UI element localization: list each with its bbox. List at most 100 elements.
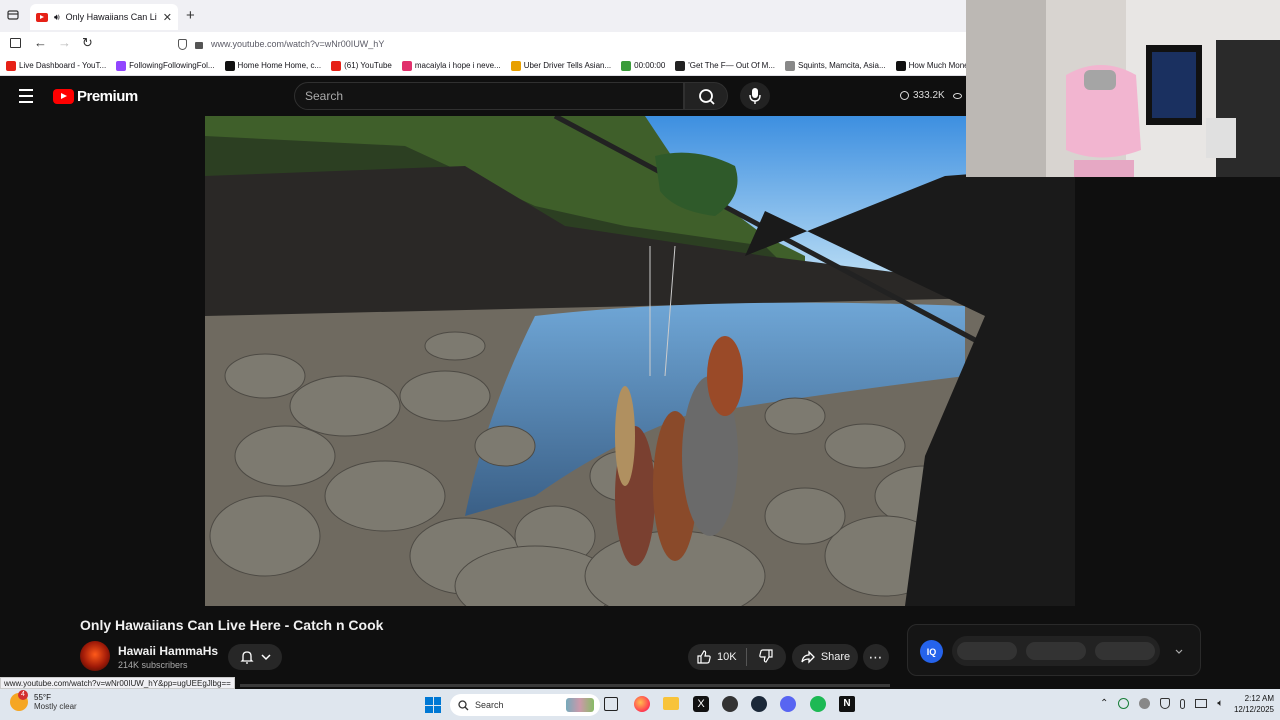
- forward-button[interactable]: →: [58, 35, 71, 50]
- channel-avatar[interactable]: [80, 641, 110, 671]
- bookmark-favicon-icon: [785, 60, 796, 71]
- hamburger-menu-icon[interactable]: [19, 89, 33, 103]
- bookmark-favicon-icon: [621, 60, 632, 71]
- back-button[interactable]: ←: [34, 35, 47, 50]
- notion-icon[interactable]: N: [839, 696, 855, 712]
- url-text: www.youtube.com/watch?v=wNr00IUW_hY: [211, 39, 385, 49]
- taskbar: 4 55°F Mostly clear Search X N ⌃ 🔈︎ 2:12…: [0, 689, 1280, 720]
- network-app-icon[interactable]: [1139, 698, 1151, 709]
- file-explorer-icon[interactable]: [663, 697, 679, 710]
- bookmark-label: 'Get The F— Out Of M...: [688, 61, 776, 70]
- bookmark-item[interactable]: Home Home Home, c...: [224, 60, 321, 71]
- search-icon: [699, 89, 715, 105]
- subscribe-notification-button[interactable]: [228, 644, 282, 670]
- youtube-logo[interactable]: Premium: [53, 88, 138, 105]
- bookmark-label: 00:00:00: [634, 61, 666, 70]
- bookmark-favicon-icon: [6, 60, 16, 71]
- search-input[interactable]: Search: [294, 82, 684, 110]
- sidebar-toggle-icon[interactable]: [10, 38, 21, 48]
- thumbs-up-icon: [697, 650, 711, 664]
- microphone-tray-icon[interactable]: [1180, 698, 1186, 709]
- extension-option-3[interactable]: [1095, 642, 1156, 660]
- clock-date: 12/12/2025: [1233, 705, 1274, 714]
- share-label: Share: [820, 651, 851, 663]
- steam-icon[interactable]: [751, 696, 767, 712]
- show-hidden-icons-icon[interactable]: ⌃: [1100, 698, 1108, 709]
- view-stat: 333.2K 1: [900, 90, 971, 101]
- search-highlight-icon: [566, 698, 594, 712]
- firefox-icon[interactable]: [634, 696, 650, 712]
- tab-list-icon[interactable]: [6, 8, 20, 22]
- premium-label: Premium: [77, 88, 138, 105]
- bookmark-label: Squints, Mamcita, Asia...: [798, 61, 886, 70]
- speaker-icon[interactable]: 🔊︎: [54, 12, 60, 23]
- shield-tray-icon[interactable]: [1160, 698, 1171, 709]
- bookmark-favicon-icon: [401, 60, 412, 71]
- bookmark-item[interactable]: 'Get The F— Out Of M...: [675, 60, 776, 71]
- bookmark-item[interactable]: macaiyla i hope i neve...: [401, 60, 501, 71]
- reload-button[interactable]: ↻: [82, 35, 93, 51]
- share-button[interactable]: Share: [792, 644, 858, 670]
- weather-temp: 55°F: [34, 693, 51, 702]
- bookmark-favicon-icon: [224, 60, 235, 71]
- bookmark-label: How Much Mone: [908, 61, 969, 70]
- bookmark-item[interactable]: 00:00:00: [621, 60, 666, 71]
- youtube-play-icon: [53, 89, 74, 104]
- more-actions-button[interactable]: ⋯: [863, 644, 889, 670]
- task-view-icon[interactable]: [604, 697, 618, 711]
- tab-title: Only Hawaiians Can Live H: [65, 12, 157, 22]
- system-tray: ⌃ 🔈︎: [1100, 698, 1223, 709]
- microphone-icon: [749, 88, 761, 104]
- share-icon: [801, 650, 815, 664]
- bookmark-item[interactable]: Live Dashboard - YouT...: [6, 60, 106, 71]
- channel-name[interactable]: Hawaii HammaHs: [118, 644, 218, 658]
- close-tab-icon[interactable]: ✕: [163, 11, 172, 24]
- game-app-icon[interactable]: [722, 696, 738, 712]
- dislike-button[interactable]: [758, 648, 774, 667]
- bookmark-favicon-icon: [675, 60, 686, 71]
- bookmark-item[interactable]: FollowingFollowingFol...: [116, 60, 215, 71]
- bookmark-item[interactable]: (61) YouTube: [331, 60, 392, 71]
- webcam-feed: [966, 0, 1280, 177]
- weather-badge: 4: [18, 690, 28, 700]
- weather-widget[interactable]: 4 55°F Mostly clear: [10, 690, 77, 711]
- taskbar-search-label: Search: [475, 700, 504, 710]
- video-player[interactable]: [205, 116, 1075, 606]
- bookmark-item[interactable]: Squints, Mamcita, Asia...: [785, 60, 886, 71]
- subscriber-count: 214K subscribers: [118, 660, 188, 670]
- bookmark-label: macaiyla i hope i neve...: [414, 61, 501, 70]
- bookmark-label: FollowingFollowingFol...: [129, 61, 215, 70]
- discord-icon[interactable]: [780, 696, 796, 712]
- search-button[interactable]: [684, 82, 728, 110]
- new-tab-button[interactable]: +: [186, 7, 195, 24]
- sync-icon[interactable]: [1118, 698, 1130, 709]
- like-button[interactable]: 10K: [696, 649, 737, 665]
- voice-search-button[interactable]: [740, 82, 770, 110]
- bookmark-item[interactable]: How Much Mone: [895, 60, 969, 71]
- extension-option-1[interactable]: [956, 642, 1017, 660]
- weather-icon: 4: [10, 690, 28, 711]
- clock[interactable]: 2:12 AM 12/12/2025: [1218, 693, 1274, 715]
- bookmark-label: Uber Driver Tells Asian...: [523, 61, 612, 70]
- spotify-icon[interactable]: [810, 696, 826, 712]
- display-icon[interactable]: [1195, 699, 1208, 708]
- clock-time: 2:12 AM: [1244, 694, 1274, 703]
- extension-expand-icon[interactable]: [1174, 644, 1184, 662]
- bell-icon: [239, 651, 254, 664]
- bookmark-favicon-icon: [895, 60, 906, 71]
- taskbar-search[interactable]: Search: [450, 694, 600, 716]
- like-dislike-group: 10K: [688, 644, 786, 670]
- bookmark-item[interactable]: Uber Driver Tells Asian...: [510, 60, 612, 71]
- shield-icon[interactable]: [178, 38, 187, 50]
- chevron-down-icon: [260, 654, 271, 661]
- tab-active[interactable]: 🔊︎ Only Hawaiians Can Live H ✕: [30, 4, 178, 30]
- start-button[interactable]: [425, 697, 441, 713]
- extension-option-2[interactable]: [1025, 642, 1086, 660]
- video-title: Only Hawaiians Can Live Here - Catch n C…: [80, 617, 384, 633]
- youtube-favicon-icon: [36, 12, 48, 22]
- iq-extension-icon[interactable]: IQ: [920, 640, 943, 663]
- url-bar[interactable]: www.youtube.com/watch?v=wNr00IUW_hY: [178, 34, 968, 54]
- x-app-icon[interactable]: X: [693, 696, 709, 712]
- lock-icon[interactable]: [195, 42, 203, 49]
- bookmark-label: (61) YouTube: [344, 61, 392, 70]
